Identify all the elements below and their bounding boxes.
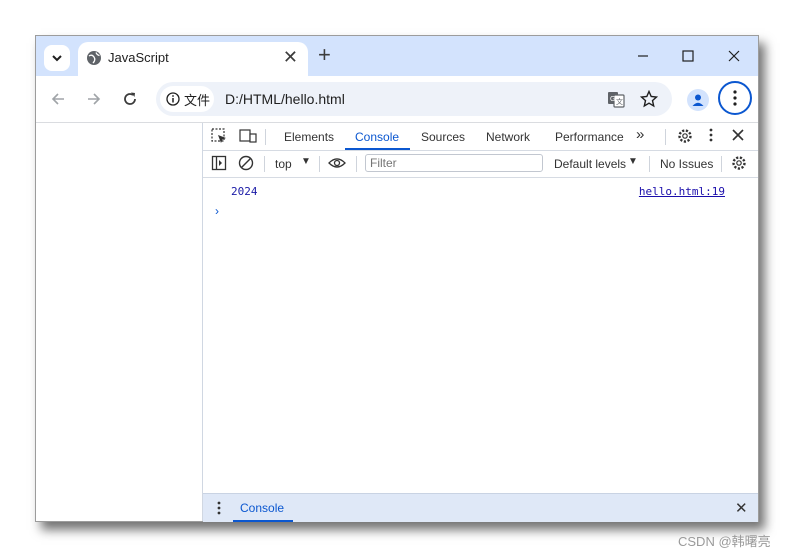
gear-icon <box>678 129 692 143</box>
sidebar-icon <box>211 155 227 171</box>
translate-icon: G文 <box>608 92 625 108</box>
active-tab-indicator <box>345 148 410 150</box>
forward-button[interactable] <box>82 87 106 111</box>
context-dropdown-icon: ▼ <box>301 156 311 167</box>
eye-icon <box>328 158 346 168</box>
close-drawer-button[interactable]: ✕ <box>735 499 748 517</box>
devtools-tab-bar: Elements Console Sources Network Perform… <box>203 123 758 151</box>
back-button[interactable] <box>46 87 70 111</box>
site-info-chip[interactable]: 文件 <box>160 86 214 112</box>
issues-counter[interactable]: No Issues <box>660 157 713 171</box>
more-tabs-button[interactable]: » <box>636 126 644 143</box>
clear-console-button[interactable] <box>238 155 254 171</box>
star-icon <box>640 90 658 108</box>
url-text: D:/HTML/hello.html <box>225 91 345 107</box>
log-message: 2024 <box>231 185 258 198</box>
chevron-down-icon <box>52 55 62 62</box>
browser-toolbar: 文件 D:/HTML/hello.html G文 <box>36 76 758 123</box>
arrow-left-icon <box>51 93 64 105</box>
kebab-menu-icon <box>217 501 221 515</box>
minimize-button[interactable] <box>623 40 663 72</box>
devtools-menu-button[interactable] <box>709 128 713 142</box>
devtools-drawer: Console ✕ <box>203 493 758 522</box>
maximize-icon <box>682 50 694 62</box>
tab-search-button[interactable] <box>44 45 70 71</box>
inspect-icon <box>211 128 226 143</box>
devtools-settings-button[interactable] <box>677 128 693 144</box>
tab-network[interactable]: Network <box>486 130 530 144</box>
maximize-button[interactable] <box>668 40 708 72</box>
drawer-tab-indicator <box>233 520 293 522</box>
translate-button[interactable]: G文 <box>606 89 626 109</box>
address-bar[interactable]: 文件 D:/HTML/hello.html G文 <box>156 82 672 116</box>
log-source-link[interactable]: hello.html:19 <box>639 185 725 198</box>
close-icon <box>732 129 744 141</box>
console-prompt[interactable]: › <box>215 204 219 218</box>
console-filter-input[interactable] <box>365 154 543 172</box>
security-chip-label: 文件 <box>184 92 211 108</box>
device-toolbar-button[interactable] <box>239 128 257 144</box>
person-icon <box>692 94 704 106</box>
close-icon <box>728 50 740 62</box>
reload-button[interactable] <box>118 87 142 111</box>
reload-icon <box>124 92 136 105</box>
tab-elements[interactable]: Elements <box>284 130 334 144</box>
info-icon <box>166 92 180 106</box>
drawer-menu-button[interactable] <box>217 501 221 515</box>
tab-close-button[interactable]: ✕ <box>283 47 298 68</box>
close-window-button[interactable] <box>714 40 754 72</box>
console-settings-button[interactable] <box>731 155 747 171</box>
browser-window: JavaScript ✕ + 文件 D:/HTML/hello.html G 文… <box>35 35 759 522</box>
close-devtools-button[interactable] <box>732 129 744 141</box>
profile-button[interactable] <box>687 89 709 111</box>
kebab-menu-icon <box>733 90 737 106</box>
browser-menu-button[interactable] <box>718 81 752 115</box>
inspect-element-button[interactable] <box>211 128 227 144</box>
drawer-tab-console[interactable]: Console <box>240 501 284 515</box>
console-output: 2024 hello.html:19 › <box>203 178 758 492</box>
globe-icon <box>86 50 102 71</box>
gear-icon <box>732 156 746 170</box>
tab-sources[interactable]: Sources <box>421 130 465 144</box>
new-tab-button[interactable]: + <box>318 42 331 68</box>
console-sidebar-toggle[interactable] <box>211 155 227 171</box>
levels-dropdown-icon: ▼ <box>628 156 638 167</box>
context-selector[interactable]: top <box>275 157 292 171</box>
tab-console[interactable]: Console <box>355 130 399 144</box>
console-toolbar: top ▼ Default levels ▼ No Issues <box>203 151 758 178</box>
arrow-right-icon <box>88 93 101 105</box>
tab-title: JavaScript <box>108 50 169 65</box>
bookmark-button[interactable] <box>639 89 659 109</box>
kebab-menu-icon <box>709 128 713 142</box>
page-viewport <box>36 123 203 521</box>
title-bar: JavaScript ✕ + <box>36 36 758 76</box>
tab-javascript[interactable]: JavaScript ✕ <box>78 42 308 76</box>
svg-text:文: 文 <box>616 97 623 106</box>
svg-text:G: G <box>610 96 615 103</box>
log-levels-dropdown[interactable]: Default levels <box>554 157 626 171</box>
live-expression-button[interactable] <box>328 156 346 170</box>
device-icon <box>239 129 257 143</box>
devtools-panel: Elements Console Sources Network Perform… <box>203 123 758 522</box>
watermark: CSDN @韩曙亮 <box>678 534 771 549</box>
minimize-icon <box>638 55 648 57</box>
clear-icon <box>238 155 254 171</box>
tab-performance[interactable]: Performance <box>555 130 624 144</box>
